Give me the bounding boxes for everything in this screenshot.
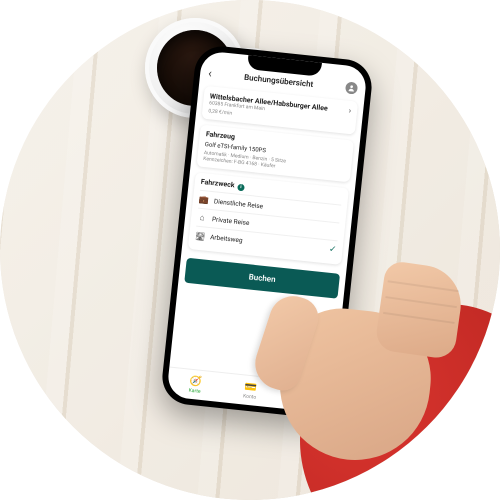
app-screen: ‹ Buchungsübersicht Wittelsbacher Allee/… <box>166 50 367 413</box>
tab-map[interactable]: 🧭 Karte <box>166 368 224 403</box>
house-icon: ⌂ <box>197 213 208 223</box>
checkmark-icon: ✓ <box>328 245 337 256</box>
briefcase-icon: 💼 <box>199 195 210 205</box>
wallet-icon: 💳 <box>244 381 258 393</box>
tab-adac[interactable]: € ADAC <box>276 379 334 414</box>
compass-icon: 🧭 <box>189 375 203 387</box>
road-icon: 🛣 <box>195 231 206 241</box>
smartphone: ‹ Buchungsübersicht Wittelsbacher Allee/… <box>160 44 375 421</box>
profile-icon[interactable] <box>345 81 358 94</box>
book-button[interactable]: Buchen <box>184 258 340 299</box>
vehicle-card: Fahrzeug Golf eTSI-family 150PS Automati… <box>196 124 354 182</box>
info-icon[interactable]: i <box>237 184 245 192</box>
chevron-right-icon: › <box>348 106 351 115</box>
back-icon[interactable]: ‹ <box>208 67 213 79</box>
euro-icon: € <box>302 387 309 399</box>
purpose-card: Fahrzwecki 💼 Dienstliche Reise ⌂ Private… <box>188 172 349 265</box>
tab-account[interactable]: 💳 Konto <box>221 373 279 408</box>
